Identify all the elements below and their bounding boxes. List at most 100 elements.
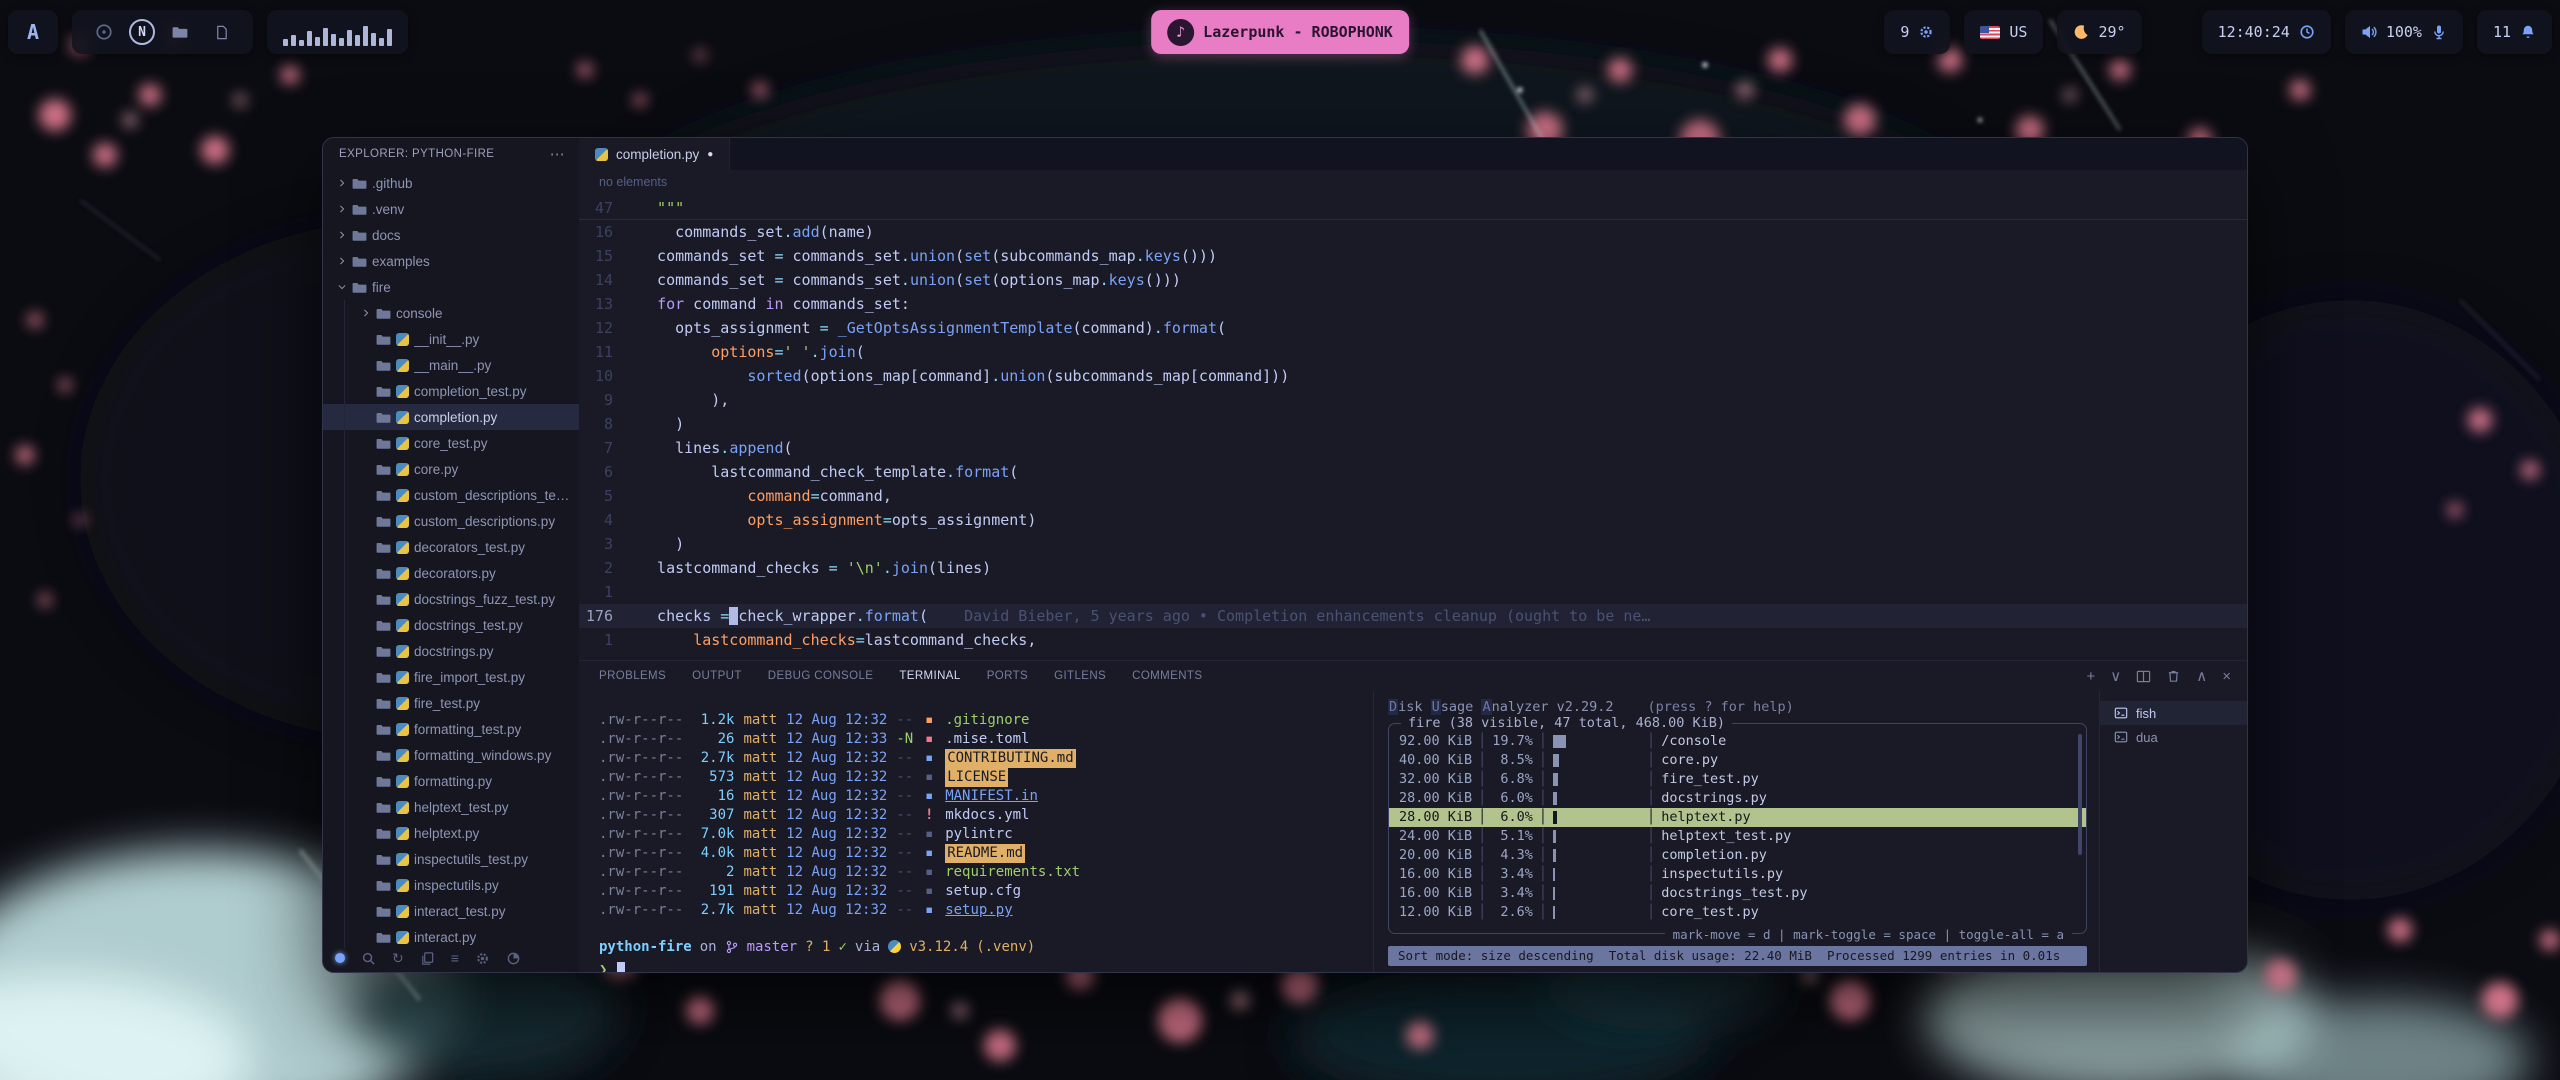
- tree-item[interactable]: inspectutils_test.py: [323, 846, 579, 872]
- terminal-fish[interactable]: .rw-r--r-- 1.2k matt 12 Aug 12:32 -- ▪ .…: [579, 691, 1373, 972]
- tree-item[interactable]: interact.py: [323, 924, 579, 948]
- trash-icon[interactable]: [2166, 669, 2181, 684]
- dua-row[interactable]: 28.00 KiB│ 6.0%││helptext.py: [1389, 808, 2086, 827]
- tree-item[interactable]: .github: [323, 170, 579, 196]
- tree-item[interactable]: core.py: [323, 456, 579, 482]
- audio-widget[interactable]: 100%: [2345, 10, 2463, 54]
- tree-item[interactable]: formatting_test.py: [323, 716, 579, 742]
- workspace-doc[interactable]: [205, 16, 237, 48]
- terminal-session[interactable]: fish: [2100, 701, 2247, 725]
- tree-item[interactable]: helptext_test.py: [323, 794, 579, 820]
- tree-item[interactable]: decorators.py: [323, 560, 579, 586]
- dua-row[interactable]: 92.00 KiB│19.7%││/console: [1389, 732, 2086, 751]
- tree-item[interactable]: inspectutils.py: [323, 872, 579, 898]
- tree-item[interactable]: formatting.py: [323, 768, 579, 794]
- remote-indicator[interactable]: [335, 953, 345, 963]
- tree-item[interactable]: examples: [323, 248, 579, 274]
- panel-body: .rw-r--r-- 1.2k matt 12 Aug 12:32 -- ▪ .…: [579, 691, 2247, 972]
- tree-item[interactable]: __init__.py: [323, 326, 579, 352]
- tree-item[interactable]: console: [323, 300, 579, 326]
- workspace-n[interactable]: N: [129, 19, 155, 45]
- tree-item[interactable]: custom_descriptions_test.py: [323, 482, 579, 508]
- files-icon[interactable]: [420, 951, 435, 966]
- launcher-button[interactable]: A: [8, 10, 58, 54]
- line-number: 16: [579, 220, 639, 244]
- tree-item[interactable]: __main__.py: [323, 352, 579, 378]
- panel-tab[interactable]: GITLENS: [1054, 670, 1106, 682]
- code-editor[interactable]: 47 """ 16 commands_set.add(name) 15 comm…: [579, 194, 2247, 660]
- close-icon[interactable]: ×: [2222, 668, 2231, 685]
- clock-widget[interactable]: 12:40:24: [2202, 10, 2331, 54]
- dua-row[interactable]: 32.00 KiB│ 6.8%││fire_test.py: [1389, 770, 2086, 789]
- speaker-icon: [2361, 24, 2377, 40]
- more-actions-icon[interactable]: ⋯: [550, 145, 565, 163]
- panel-tab[interactable]: TERMINAL: [899, 670, 960, 682]
- dua-row[interactable]: 24.00 KiB│ 5.1%││helptext_test.py: [1389, 827, 2086, 846]
- usage-bar: [1553, 808, 1641, 827]
- file-type-icon: ▪: [922, 787, 936, 806]
- workspace-disc[interactable]: [88, 16, 120, 48]
- chevron-down-icon[interactable]: ∨: [2110, 667, 2121, 685]
- panel-tab[interactable]: DEBUG CONSOLE: [768, 670, 874, 682]
- tree-item[interactable]: formatting_windows.py: [323, 742, 579, 768]
- prompt-input-line[interactable]: ❯: [599, 960, 1373, 973]
- dua-row[interactable]: 28.00 KiB│ 6.0%││docstrings.py: [1389, 789, 2086, 808]
- tree-item[interactable]: core_test.py: [323, 430, 579, 456]
- session-label: fish: [2136, 706, 2156, 721]
- tree-item[interactable]: helptext.py: [323, 820, 579, 846]
- tree-item[interactable]: docstrings_fuzz_test.py: [323, 586, 579, 612]
- scrollbar[interactable]: [2078, 734, 2082, 855]
- tree-item[interactable]: fire: [323, 274, 579, 300]
- tree-item[interactable]: fire_test.py: [323, 690, 579, 716]
- dua-row[interactable]: 20.00 KiB│ 4.3%││completion.py: [1389, 846, 2086, 865]
- list-icon[interactable]: ≡: [451, 950, 459, 966]
- tree-item[interactable]: completion_test.py: [323, 378, 579, 404]
- panel-tab[interactable]: COMMENTS: [1132, 670, 1202, 682]
- dua-row[interactable]: 12.00 KiB│ 2.6%││core_test.py: [1389, 903, 2086, 922]
- panel-tab[interactable]: PROBLEMS: [599, 670, 666, 682]
- search-icon[interactable]: [361, 951, 376, 966]
- tree-item[interactable]: docs: [323, 222, 579, 248]
- media-widget[interactable]: ♪ Lazerpunk - ROBOPHONK: [1151, 10, 1409, 54]
- listing-row: .rw-r--r-- 1.2k matt 12 Aug 12:32 -- ▪ .…: [599, 711, 1373, 730]
- pie-icon[interactable]: [506, 951, 521, 966]
- dua-row[interactable]: 16.00 KiB│ 3.4%││inspectutils.py: [1389, 865, 2086, 884]
- split-icon[interactable]: [2136, 669, 2151, 684]
- folder-icon: [376, 644, 391, 659]
- dua-row[interactable]: 16.00 KiB│ 3.4%││docstrings_test.py: [1389, 884, 2086, 903]
- graph-bar: [331, 34, 336, 46]
- panel-tab[interactable]: OUTPUT: [692, 670, 742, 682]
- breadcrumb[interactable]: no elements: [579, 170, 2247, 194]
- workspaces-widget[interactable]: N: [72, 10, 253, 54]
- sync-icon[interactable]: ↻: [392, 950, 404, 967]
- modified-dot[interactable]: ●: [707, 149, 713, 160]
- tree-item[interactable]: fire_import_test.py: [323, 664, 579, 690]
- panel-tab[interactable]: PORTS: [987, 670, 1028, 682]
- tree-item[interactable]: docstrings.py: [323, 638, 579, 664]
- tree-item[interactable]: .venv: [323, 196, 579, 222]
- gear-icon[interactable]: [475, 951, 490, 966]
- chevron-up-icon[interactable]: ∧: [2196, 667, 2207, 685]
- code-line: 9 ),: [579, 388, 2247, 412]
- dua-row[interactable]: 40.00 KiB│ 8.5%││core.py: [1389, 751, 2086, 770]
- python-file-icon: [396, 905, 409, 918]
- python-file-icon: [396, 593, 409, 606]
- tree-item[interactable]: decorators_test.py: [323, 534, 579, 560]
- notifications-widget[interactable]: 11: [2477, 10, 2552, 54]
- folder-icon: [376, 566, 391, 581]
- tab-completion-py[interactable]: completion.py ●: [579, 138, 730, 170]
- weather-widget[interactable]: 29°: [2057, 10, 2141, 54]
- tree-item[interactable]: docstrings_test.py: [323, 612, 579, 638]
- workspace-folder[interactable]: [164, 16, 196, 48]
- terminal-session[interactable]: dua: [2100, 725, 2247, 749]
- plus-icon[interactable]: +: [2087, 668, 2096, 685]
- terminal-dua[interactable]: Disk Usage Analyzer v2.29.2 (press ? for…: [1373, 691, 2099, 972]
- tree-item[interactable]: custom_descriptions.py: [323, 508, 579, 534]
- updates-widget[interactable]: 9: [1884, 10, 1950, 54]
- code-line: 12 opts_assignment = _GetOptsAssignmentT…: [579, 316, 2247, 340]
- tree-item[interactable]: completion.py: [323, 404, 579, 430]
- tree-item[interactable]: interact_test.py: [323, 898, 579, 924]
- dua-keybind-help: mark-move = d | mark-toggle = space | to…: [1665, 927, 2072, 942]
- cpu-graph-widget[interactable]: [267, 10, 408, 54]
- keyboard-layout-widget[interactable]: US: [1964, 10, 2043, 54]
